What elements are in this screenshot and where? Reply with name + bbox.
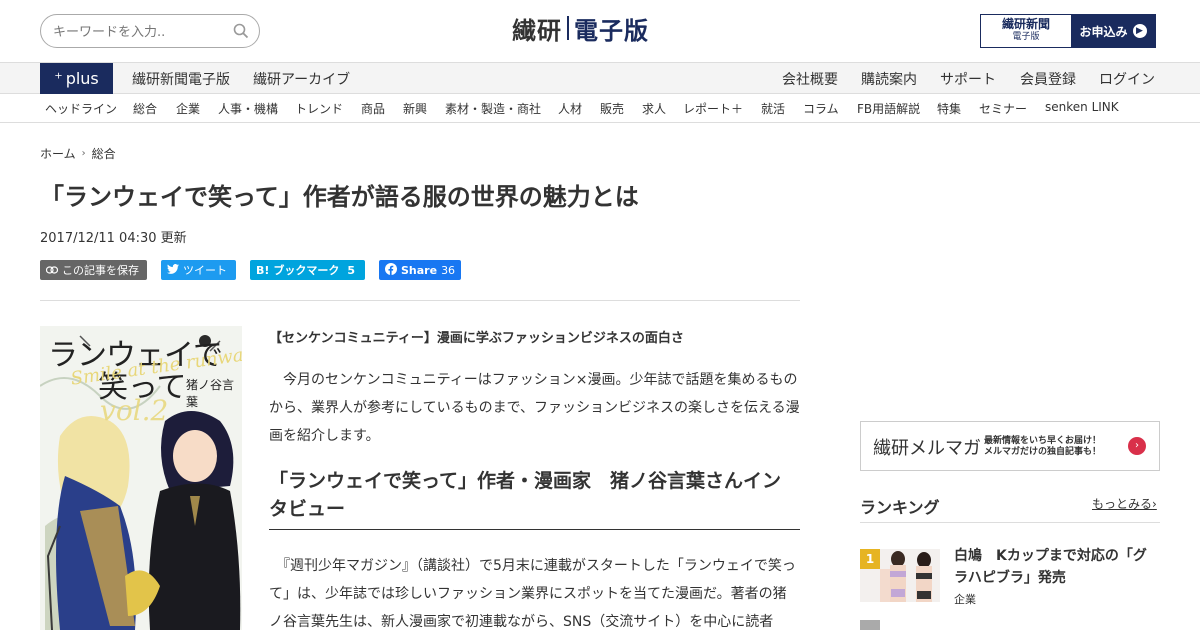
nav-link-login[interactable]: ログイン — [1099, 69, 1155, 89]
site-header: 繊研 電子版 繊研新聞 電子版 お申込み ▶ — [0, 0, 1200, 62]
header-divider — [40, 300, 800, 301]
ranking-number: 1 — [860, 549, 880, 569]
category-item[interactable]: コラム — [803, 100, 839, 117]
newsletter-text: 最新情報をいち早くお届け！ メルマガだけの独自記事も！ — [984, 436, 1101, 458]
newsletter-line1: 最新情報をいち早くお届け！ — [984, 436, 1102, 446]
subscribe-label: お申込み — [1079, 24, 1128, 39]
category-item[interactable]: 就活 — [761, 100, 785, 117]
category-item[interactable]: senken LINK — [1045, 100, 1119, 114]
newsletter-banner[interactable]: 繊研メルマガ 最新情報をいち早くお届け！ メルマガだけの独自記事も！ › — [860, 421, 1160, 471]
nav-link-digital[interactable]: 繊研新聞電子版 — [132, 69, 230, 89]
subscribe-button[interactable]: 繊研新聞 電子版 お申込み ▶ — [980, 14, 1156, 48]
save-article-button[interactable]: この記事を保存 — [40, 260, 147, 280]
category-item[interactable]: 商品 — [361, 100, 385, 117]
nav-link-archive[interactable]: 繊研アーカイブ — [253, 69, 350, 89]
nav-link-support[interactable]: サポート — [940, 69, 996, 89]
category-nav: ヘッドライン 総合 企業 人事・機構 トレンド 商品 新興 素材・製造・商社 人… — [0, 94, 1200, 123]
ranking-item-title[interactable]: 白鳩 Kカップまで対応の「グラハピブラ」発売 — [954, 545, 1160, 589]
newsletter-line2: メルマガだけの独自記事も！ — [984, 447, 1102, 457]
ranking-more-link[interactable]: もっとみる› — [1092, 495, 1157, 512]
article-lead: 【センケンコミュニティー】漫画に学ぶファッションビジネスの面白さ — [269, 331, 684, 346]
breadcrumb-home[interactable]: ホーム — [40, 145, 76, 162]
subscribe-cta[interactable]: お申込み ▶ — [1071, 15, 1155, 47]
ranking-divider — [860, 522, 1160, 523]
category-item[interactable]: 求人 — [642, 100, 666, 117]
article-subheading: 「ランウェイで笑って」作者・漫画家 猪ノ谷言葉さんインタビュー — [269, 467, 800, 530]
logo-part1: 繊研 — [512, 15, 562, 45]
tweet-button[interactable]: ツイート — [161, 260, 236, 280]
plus-icon: ⁺ — [54, 69, 63, 88]
category-item[interactable]: レポート＋ — [683, 100, 743, 117]
category-item[interactable]: トレンド — [295, 100, 343, 117]
category-item[interactable]: 新興 — [403, 100, 427, 117]
ranking-more-label: もっとみる — [1092, 497, 1153, 511]
article-paragraph: 今月のセンケンコミュニティーはファッション×漫画。少年誌で話題を集めるものから、… — [269, 372, 800, 444]
site-logo[interactable]: 繊研 電子版 — [512, 13, 649, 45]
breadcrumb-category[interactable]: 総合 — [92, 145, 116, 162]
search-icon[interactable] — [233, 23, 249, 39]
ranking-item-next[interactable] — [860, 620, 880, 630]
hatena-icon: B! — [256, 263, 270, 277]
article-paragraph: 『週刊少年マガジン』（講談社）で5月末に連載がスタートした「ランウェイで笑って」… — [269, 558, 796, 630]
save-label: この記事を保存 — [62, 264, 139, 277]
search-input[interactable] — [53, 23, 223, 41]
ranking-item-category: 企業 — [954, 593, 976, 606]
chevron-right-icon: › — [81, 148, 86, 159]
subscribe-brand-sub: 電子版 — [1012, 32, 1040, 42]
twitter-icon — [167, 263, 179, 277]
chevron-right-icon: › — [1128, 437, 1146, 455]
logo-divider — [567, 16, 569, 40]
cover-author: 猪ノ谷言葉 — [186, 378, 235, 409]
facebook-share-button[interactable]: Share 36 — [379, 260, 461, 280]
plus-label: plus — [65, 69, 99, 88]
nav-link-register[interactable]: 会員登録 — [1020, 69, 1076, 89]
category-item[interactable]: 素材・製造・商社 — [445, 100, 541, 117]
tweet-label: ツイート — [183, 264, 227, 277]
nav-link-subscription[interactable]: 購読案内 — [861, 69, 917, 89]
manga-cover-image[interactable]: ランウェイで 笑って Smile at the runway 猪ノ谷言葉 vol… — [40, 326, 242, 630]
facebook-icon — [385, 262, 397, 278]
link-icon — [45, 264, 59, 277]
facebook-label: Share — [401, 263, 438, 277]
subscribe-brand-top: 繊研新聞 — [1001, 17, 1050, 31]
category-item[interactable]: FB用語解説 — [857, 100, 920, 117]
hatena-bookmark-button[interactable]: B! ブックマーク 5 — [250, 260, 365, 280]
cover-volume: vol.2 — [100, 394, 169, 427]
plus-button[interactable]: ⁺ plus — [40, 63, 113, 94]
chevron-right-icon: › — [1152, 497, 1157, 511]
breadcrumb: ホーム › 総合 — [40, 145, 116, 162]
nav-link-company[interactable]: 会社概要 — [782, 69, 838, 89]
hatena-count: 5 — [347, 263, 356, 277]
subscribe-brand: 繊研新聞 電子版 — [981, 15, 1071, 47]
chevron-right-icon: ▶ — [1132, 24, 1147, 38]
category-item[interactable]: セミナー — [979, 100, 1027, 117]
hatena-label: ブックマーク — [273, 264, 340, 277]
category-item[interactable]: 特集 — [937, 100, 961, 117]
article-title: 「ランウェイで笑って」作者が語る服の世界の魅力とは — [40, 183, 639, 211]
category-item[interactable]: 総合 — [133, 100, 157, 117]
category-item[interactable]: 企業 — [176, 100, 200, 117]
category-item[interactable]: 人材 — [558, 100, 582, 117]
ranking-title: ランキング — [860, 498, 940, 517]
newsletter-title: 繊研メルマガ — [873, 438, 981, 459]
category-item[interactable]: ヘッドライン — [45, 100, 117, 117]
facebook-count: 36 — [441, 263, 456, 277]
logo-part2: 電子版 — [574, 15, 649, 45]
main-nav: ⁺ plus 繊研新聞電子版 繊研アーカイブ 会社概要 購読案内 サポート 会員… — [0, 62, 1200, 94]
article-date: 2017/12/11 04:30 更新 — [40, 231, 187, 246]
search-box[interactable] — [40, 14, 260, 48]
category-item[interactable]: 販売 — [600, 100, 624, 117]
category-item[interactable]: 人事・機構 — [218, 100, 278, 117]
